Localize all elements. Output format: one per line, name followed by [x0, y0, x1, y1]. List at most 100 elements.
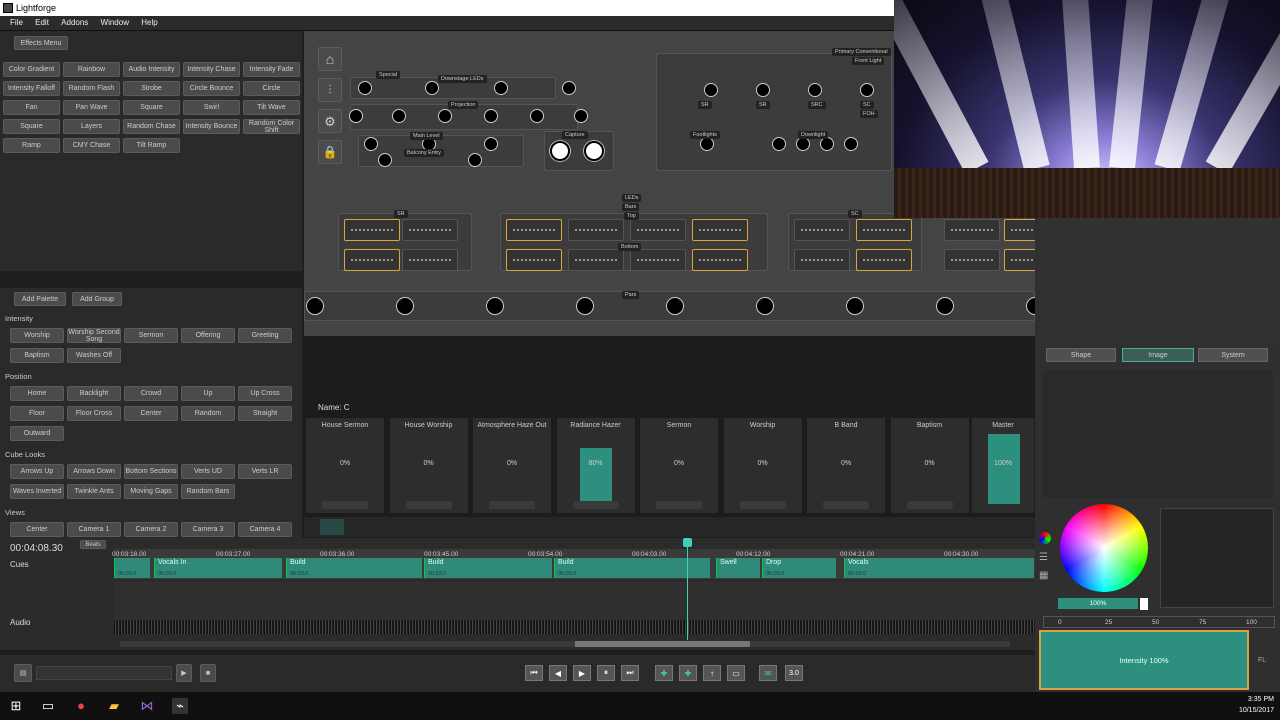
palette-button[interactable]: Up Cross — [238, 386, 292, 401]
effect-button[interactable]: Intensity Fade — [243, 62, 300, 77]
led-bar[interactable] — [630, 249, 686, 271]
audio-file-field[interactable] — [36, 666, 172, 680]
palette-button[interactable]: Verts LR — [238, 464, 292, 479]
fixture-lamp[interactable] — [860, 83, 874, 97]
fixture-lamp[interactable] — [562, 81, 576, 95]
effect-button[interactable]: Tilt Wave — [243, 100, 300, 115]
menu-edit[interactable]: Edit — [25, 16, 49, 27]
palette-button[interactable]: Straight — [238, 406, 292, 421]
cue-clip[interactable]: Vocals 00:03.0 — [844, 558, 1034, 578]
led-bar[interactable] — [568, 249, 624, 271]
led-bar[interactable] — [856, 249, 912, 271]
palette-button[interactable]: Random — [181, 406, 235, 421]
play-icon[interactable]: ▶ — [573, 665, 591, 681]
lock-icon[interactable]: 🔒 — [318, 140, 342, 164]
visual-studio-icon[interactable]: ⋈ — [139, 698, 155, 714]
palette-button[interactable]: Random Bars — [181, 484, 235, 499]
par-lamp[interactable] — [756, 297, 774, 315]
par-lamp[interactable] — [666, 297, 684, 315]
home-icon[interactable]: ⌂ — [318, 47, 342, 71]
par-lamp[interactable] — [486, 297, 504, 315]
fader-channel[interactable]: House Sermon 0% — [306, 418, 384, 513]
start-icon[interactable]: ⊞ — [8, 698, 24, 714]
effect-button[interactable]: Square — [3, 119, 60, 134]
palette-button[interactable]: Offering — [181, 328, 235, 343]
menu-help[interactable]: Help — [131, 16, 157, 27]
palette-button[interactable]: Backlight — [67, 386, 121, 401]
skip-back-icon[interactable]: ⏮ — [525, 665, 543, 681]
fixture-lamp[interactable] — [349, 109, 363, 123]
led-bar[interactable] — [630, 219, 686, 241]
fader-channel[interactable]: B Band 0% — [807, 418, 885, 513]
effect-button[interactable]: Tilt Ramp — [123, 138, 180, 153]
palette-button[interactable]: Washes Off — [67, 348, 121, 363]
palette-button[interactable]: Center — [124, 406, 178, 421]
par-lamp[interactable] — [306, 297, 324, 315]
conventional-group[interactable] — [656, 53, 892, 171]
menu-file[interactable]: File — [0, 16, 23, 27]
beats-button[interactable]: Beats — [80, 540, 106, 549]
palette-button[interactable]: Crowd — [124, 386, 178, 401]
fixture-lamp[interactable] — [358, 81, 372, 95]
fixture-lamp[interactable] — [772, 137, 786, 151]
effect-button[interactable]: Intensity Chase — [183, 62, 240, 77]
effects-menu-button[interactable]: Effects Menu — [14, 36, 68, 50]
master-fader[interactable]: Master 100% — [972, 418, 1034, 513]
palette-button[interactable]: Worship Second Song — [67, 328, 121, 343]
add-palette-button[interactable]: Add Palette — [14, 292, 66, 306]
tab-image[interactable]: Image — [1122, 348, 1194, 362]
fader-arrows[interactable] — [489, 501, 535, 509]
fixture-lamp[interactable] — [574, 109, 588, 123]
led-bar[interactable] — [692, 219, 748, 241]
timeline-scrollbar[interactable] — [120, 641, 1010, 647]
fixture-lamp[interactable] — [378, 153, 392, 167]
add-cue-alt-icon[interactable]: ✚ — [679, 665, 697, 681]
add-cue-icon[interactable]: ✚ — [655, 665, 673, 681]
lightforge-icon[interactable]: ⌁ — [172, 698, 188, 714]
palette-button[interactable]: Baptism — [10, 348, 64, 363]
effect-button[interactable]: CMY Chase — [63, 138, 120, 153]
cue-clip[interactable]: Vocals In 00:00.0 — [154, 558, 282, 578]
up-arrow-icon[interactable]: ↑ — [703, 665, 721, 681]
fixture-lamp[interactable] — [484, 109, 498, 123]
cue-clip[interactable]: 00:00.0 — [114, 558, 150, 578]
fixture-lamp[interactable] — [392, 109, 406, 123]
palette-button[interactable]: Verts UD — [181, 464, 235, 479]
fader-scrollbar[interactable] — [304, 517, 1035, 537]
palette-button[interactable]: Up — [181, 386, 235, 401]
palette-button[interactable]: Floor — [10, 406, 64, 421]
fixture-lamp[interactable] — [468, 153, 482, 167]
palette-button[interactable]: Camera 3 — [181, 522, 235, 537]
palette-button[interactable]: Camera 1 — [67, 522, 121, 537]
led-bar[interactable] — [568, 219, 624, 241]
palette-button[interactable]: Home — [10, 386, 64, 401]
fixture-lamp[interactable] — [494, 81, 508, 95]
delete-icon[interactable]: ▭ — [727, 665, 745, 681]
fixture-lamp[interactable] — [530, 109, 544, 123]
color-mode-icon[interactable] — [1039, 532, 1051, 544]
palette-button[interactable]: Camera 2 — [124, 522, 178, 537]
grid-icon[interactable]: ▦ — [1039, 570, 1051, 581]
led-bar[interactable] — [794, 249, 850, 271]
led-bar[interactable] — [344, 219, 400, 241]
par-lamp[interactable] — [846, 297, 864, 315]
explorer-icon[interactable]: ▰ — [106, 698, 122, 714]
effect-button[interactable]: Intensity Bounce — [183, 119, 240, 134]
led-bar[interactable] — [692, 249, 748, 271]
step-back-icon[interactable]: ◀ — [549, 665, 567, 681]
palette-button[interactable]: Camera 4 — [238, 522, 292, 537]
fixture-lamp[interactable] — [364, 137, 378, 151]
effect-button[interactable]: Strobe — [123, 81, 180, 96]
audio-play-icon[interactable]: ▶ — [176, 664, 192, 682]
effect-button[interactable]: Random Flash — [63, 81, 120, 96]
fader-arrows[interactable] — [322, 501, 368, 509]
playhead[interactable] — [687, 540, 688, 640]
led-bar[interactable] — [944, 249, 1000, 271]
effect-button[interactable]: Random Chase — [123, 119, 180, 134]
menu-addons[interactable]: Addons — [51, 16, 88, 27]
effect-button[interactable]: Circle Bounce — [183, 81, 240, 96]
audio-stop-icon[interactable]: ■ — [200, 664, 216, 682]
fixture-lamp[interactable] — [704, 83, 718, 97]
scale-track[interactable] — [1043, 616, 1275, 628]
color-wheel[interactable] — [1060, 504, 1148, 592]
